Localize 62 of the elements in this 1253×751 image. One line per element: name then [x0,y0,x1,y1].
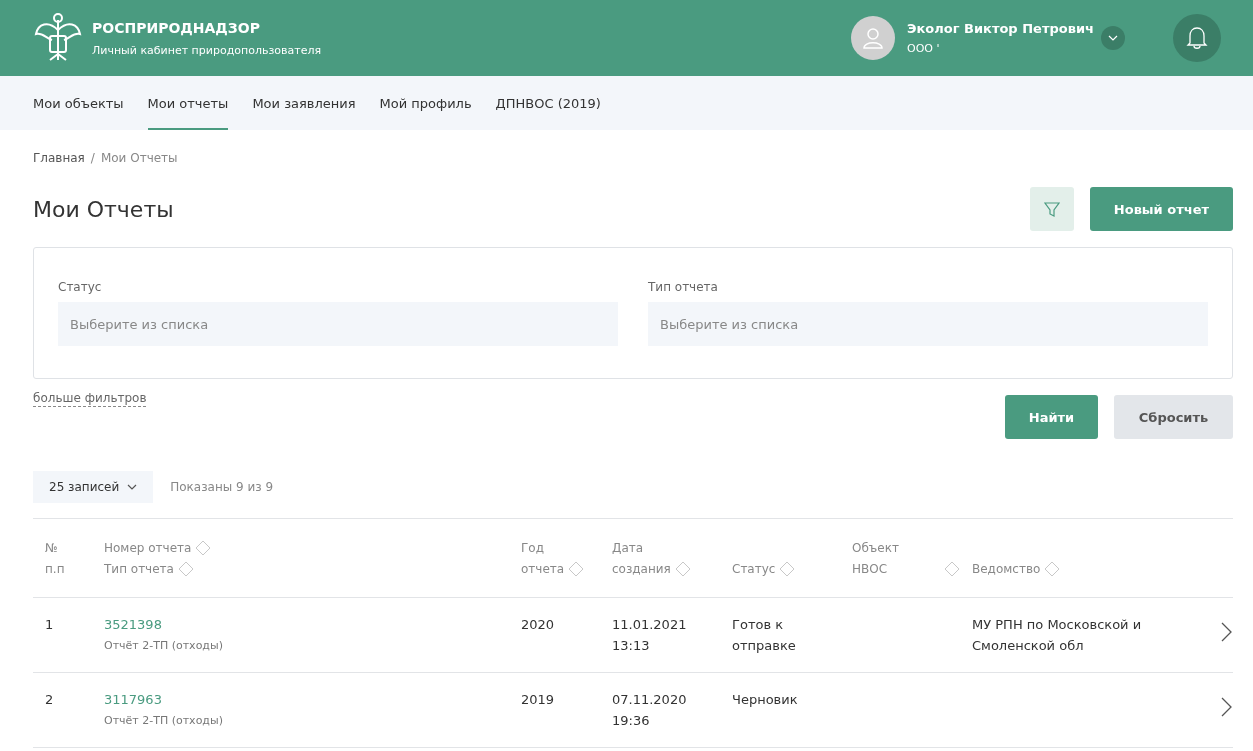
chevron-right-icon [1221,622,1233,642]
column-header: НВОС [852,561,888,576]
column-header: Статус [732,561,776,576]
select-field[interactable]: Выберите из списка [58,302,618,346]
column-header: Тип отчета [104,561,174,576]
report-type: Отчёт 2-ТП (отходы) [104,713,224,729]
bell-icon [1186,26,1208,50]
column-header: Дата [612,540,644,555]
nav-tab[interactable]: Мои отчеты [147,76,229,130]
breadcrumb-separator: / [90,151,95,165]
nav-tab[interactable]: Мои заявления [252,76,356,130]
notifications-button[interactable] [1173,14,1221,62]
page-size-dropdown[interactable]: 25 записей [33,471,154,503]
user-name: Эколог Виктор Петрович [907,21,1095,36]
table-cell-text: МУ РПН по Московской и Смоленской обл [972,616,1143,655]
filter-button[interactable] [1029,187,1074,231]
sort-icon[interactable] [177,560,194,577]
column-header: создания [612,561,671,576]
nav-tab[interactable]: Мои объекты [33,76,124,130]
status-text: Черновик [732,691,799,709]
sort-icon[interactable] [944,560,960,577]
records-count: Показаны 9 из 9 [170,480,274,494]
table-cell-text: 11.01.2021 [612,616,688,634]
chevron-down-icon [1108,35,1118,41]
table-cell-text: 13:13 [612,637,651,655]
page-title: Мои Отчеты [33,196,175,222]
table-cell: 2 [45,692,54,707]
breadcrumb-link[interactable]: Главная [33,151,85,165]
field-label: Тип отчета [648,280,719,294]
field-label: Статус [58,280,103,294]
filter-icon [1043,201,1060,217]
reset-button[interactable]: Сбросить [1114,395,1233,439]
column-header: п.п [45,561,65,576]
sort-icon[interactable] [779,560,796,577]
column-header: Ведомство [972,561,1041,576]
nav-tab[interactable]: Мой профиль [379,76,472,130]
column-header: № [45,540,58,555]
chevron-down-icon [127,484,138,490]
column-header: Объект [852,540,899,555]
report-type: Отчёт 2-ТП (отходы) [104,638,224,654]
column-header: Год [521,540,544,555]
user-organization: ООО ' [907,42,941,55]
table-cell: 2020 [521,617,555,632]
select-field[interactable]: Выберите из списка [648,302,1208,346]
sort-icon[interactable] [674,560,691,577]
table-cell-text: 19:36 [612,712,651,730]
sort-icon[interactable] [1044,560,1061,577]
user-menu-button[interactable] [1101,26,1125,50]
sort-icon[interactable] [195,539,212,556]
org-subtitle: Личный кабинет природопользователя [92,43,323,57]
column-header: Номер отчета [104,540,192,555]
table-cell: 2019 [521,692,555,707]
column-header: отчета [521,561,565,576]
chevron-right-icon [1221,697,1233,717]
more-filters-link[interactable]: больше фильтров [33,391,147,407]
table-cell-text: 07.11.2020 [612,691,688,709]
status-text: Готов к отправке [732,616,797,655]
table-cell: 1 [45,617,54,632]
person-icon [862,27,884,49]
nav-tab[interactable]: ДПНВОС (2019) [495,76,601,130]
sort-icon[interactable] [568,560,585,577]
org-name: РОСПРИРОДНАДЗОР [92,19,261,36]
